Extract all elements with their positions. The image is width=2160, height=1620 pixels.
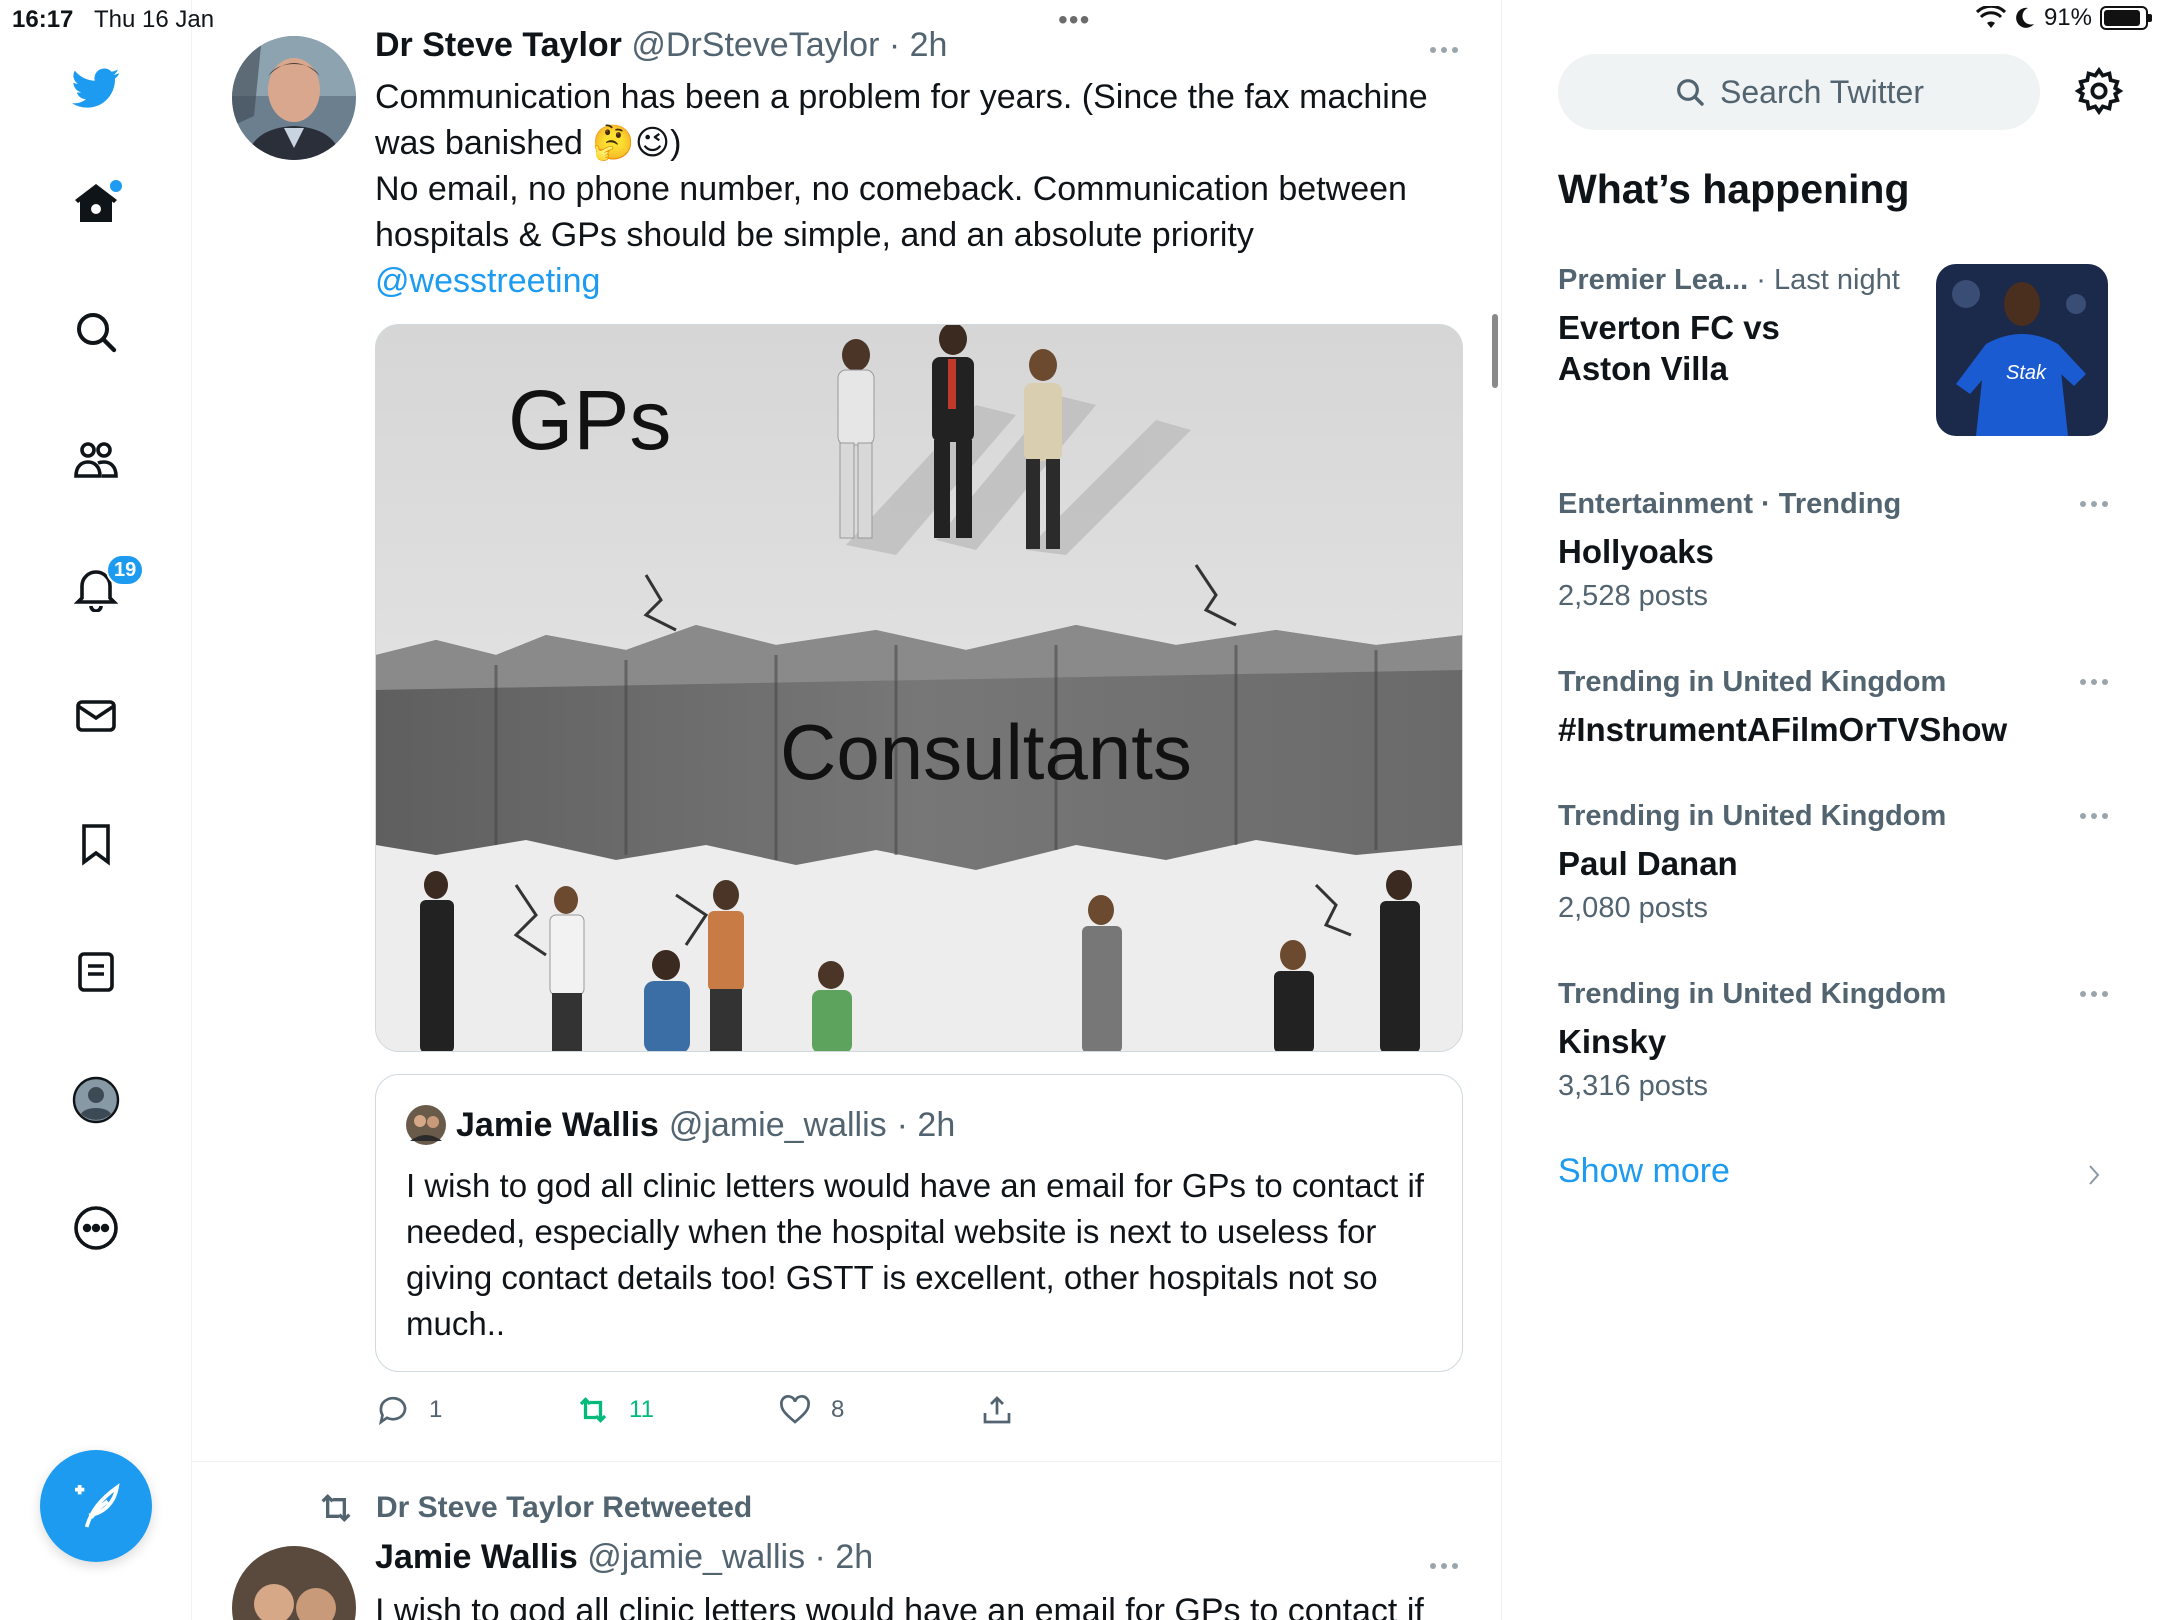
trend-more-icon[interactable] — [2080, 806, 2120, 826]
trend-item[interactable]: Trending in United Kingdom Kinsky 3,316 … — [1558, 978, 2118, 1103]
twitter-logo-icon[interactable] — [56, 48, 136, 128]
share-icon — [983, 1396, 1011, 1424]
profile-avatar-icon[interactable] — [56, 1060, 136, 1140]
messages-icon[interactable] — [56, 676, 136, 756]
quoted-author-name: Jamie Wallis — [456, 1105, 659, 1144]
retweet-icon — [579, 1397, 607, 1423]
heart-icon — [780, 1395, 810, 1424]
trend-title: Hollyoaks — [1558, 533, 1714, 570]
tweet-header: Jamie Wallis @jamie_wallis · 2h — [375, 1538, 873, 1577]
battery-icon — [2100, 6, 2152, 30]
chevron-right-icon[interactable] — [2082, 1160, 2106, 1190]
tweet-text-line1: Communication has been a problem for yea… — [375, 78, 1428, 162]
svg-text:Stak: Stak — [2006, 362, 2047, 384]
trend-item[interactable]: Entertainment · Trending Hollyoaks 2,528… — [1558, 488, 2118, 613]
left-navigation: 19 — [0, 0, 192, 1620]
tweet-author-handle[interactable]: @jamie_wallis — [587, 1538, 805, 1576]
tweet-text-line2: No email, no phone number, no comeback. … — [375, 170, 1407, 254]
trend-item[interactable]: Trending in United Kingdom Paul Danan 2,… — [1558, 800, 2118, 925]
trend-more-icon[interactable] — [2080, 672, 2120, 692]
home-unread-dot — [110, 180, 122, 192]
trend-title: Paul Danan — [1558, 845, 1738, 882]
trend-post-count: 3,316 posts — [1558, 1070, 1708, 1102]
reply-icon — [378, 1396, 407, 1426]
reply-button[interactable]: 1 — [375, 1392, 442, 1428]
like-count: 8 — [831, 1396, 845, 1423]
notifications-badge: 19 — [106, 554, 145, 586]
media-label-consultants: Consultants — [780, 708, 1192, 796]
whats-happening-title: What’s happening — [1558, 166, 1910, 212]
lists-icon[interactable] — [56, 932, 136, 1012]
like-button[interactable]: 8 — [777, 1392, 844, 1428]
share-button[interactable] — [979, 1392, 1015, 1428]
trend-category: Premier Lea... — [1558, 264, 1749, 296]
trend-more-icon[interactable] — [2080, 984, 2120, 1004]
trend-meta: Trending in United Kingdom — [1558, 978, 1947, 1010]
timeline: Dr Steve Taylor @DrSteveTaylor · 2h Comm… — [192, 0, 1502, 1620]
tweet-author-avatar[interactable] — [232, 36, 356, 160]
quoted-author-handle: @jamie_wallis — [668, 1105, 887, 1144]
scrollbar[interactable] — [1492, 314, 1498, 388]
reply-count: 1 — [429, 1396, 443, 1423]
media-label-gps: GPs — [508, 373, 671, 467]
trend-thumbnail-image[interactable]: Stak — [1936, 264, 2108, 436]
tweet-actions: 1 11 8 — [375, 1392, 1455, 1432]
notifications-bell-icon[interactable]: 19 — [56, 548, 145, 628]
retweeted-by-line: Dr Steve Taylor Retweeted — [316, 1488, 752, 1528]
wifi-icon — [1975, 6, 2006, 28]
trend-meta: Entertainment · Trending — [1558, 488, 1902, 520]
trend-post-count: 2,528 posts — [1558, 580, 1708, 612]
quoted-author-avatar — [406, 1105, 446, 1145]
tweet-text: I wish to god all clinic letters would h… — [375, 1592, 1424, 1620]
tweet-author-name[interactable]: Jamie Wallis — [375, 1538, 578, 1576]
home-icon[interactable] — [56, 164, 136, 244]
retweet-button[interactable]: 11 — [575, 1392, 654, 1428]
tweet-time[interactable]: · 2h — [815, 1538, 874, 1576]
tweet-text: Communication has been a problem for yea… — [375, 74, 1445, 304]
trend-post-count: 2,080 posts — [1558, 892, 1708, 924]
settings-gear-icon[interactable] — [2074, 66, 2124, 116]
right-sidebar: Search Twitter What’s happening Premier … — [1502, 0, 2160, 1620]
retweet-icon — [321, 1493, 351, 1523]
trend-item[interactable]: Trending in United Kingdom #InstrumentAF… — [1558, 666, 2118, 750]
trend-more-icon[interactable] — [2080, 494, 2120, 514]
quoted-tweet-time: · 2h — [896, 1105, 956, 1144]
retweet-count: 11 — [629, 1396, 654, 1423]
quoted-tweet-header: Jamie Wallis @jamie_wallis · 2h — [406, 1105, 955, 1145]
quoted-tweet[interactable]: Jamie Wallis @jamie_wallis · 2h I wish t… — [375, 1074, 1463, 1372]
feather-plus-icon — [75, 1483, 120, 1528]
moon-icon — [2016, 7, 2034, 28]
tweet-more-icon[interactable] — [1430, 1556, 1470, 1576]
status-time: 16:17 — [12, 6, 74, 33]
communities-icon[interactable] — [56, 420, 136, 500]
trend-meta: Trending in United Kingdom — [1558, 800, 1947, 832]
status-bar: 16:17 Thu 16 Jan ••• 91% — [0, 0, 2160, 40]
tweet-more-icon[interactable] — [1430, 40, 1470, 60]
status-date: Thu 16 Jan — [94, 6, 215, 33]
search-placeholder: Search Twitter — [1720, 73, 1924, 110]
search-input[interactable]: Search Twitter — [1558, 54, 2040, 130]
compose-tweet-button[interactable] — [40, 1450, 152, 1562]
search-icon — [1677, 79, 1704, 106]
trend-title: #InstrumentAFilmOrTVShow — [1558, 711, 2008, 748]
quoted-tweet-text: I wish to god all clinic letters would h… — [406, 1167, 1424, 1342]
search-icon[interactable] — [56, 292, 136, 372]
trend-title: Kinsky — [1558, 1023, 1667, 1060]
bookmarks-icon[interactable] — [56, 804, 136, 884]
multitasking-dots-icon[interactable]: ••• — [1058, 4, 1090, 36]
retweeted-by-text[interactable]: Dr Steve Taylor Retweeted — [376, 1491, 752, 1525]
tweet-divider — [192, 1461, 1501, 1462]
trend-time: · Last night — [1756, 264, 1900, 296]
status-indicators: 91% — [1975, 4, 2152, 32]
battery-percent: 91% — [2043, 4, 2092, 31]
tweet-author-avatar[interactable] — [232, 1546, 356, 1620]
show-more-link[interactable]: Show more — [1558, 1152, 1730, 1191]
more-options-icon[interactable] — [56, 1188, 136, 1268]
tweet-media-image[interactable]: GPs Consultants — [375, 324, 1463, 1052]
trend-meta: Trending in United Kingdom — [1558, 666, 1947, 698]
tweet-mention-link[interactable]: @wesstreeting — [375, 258, 1445, 304]
